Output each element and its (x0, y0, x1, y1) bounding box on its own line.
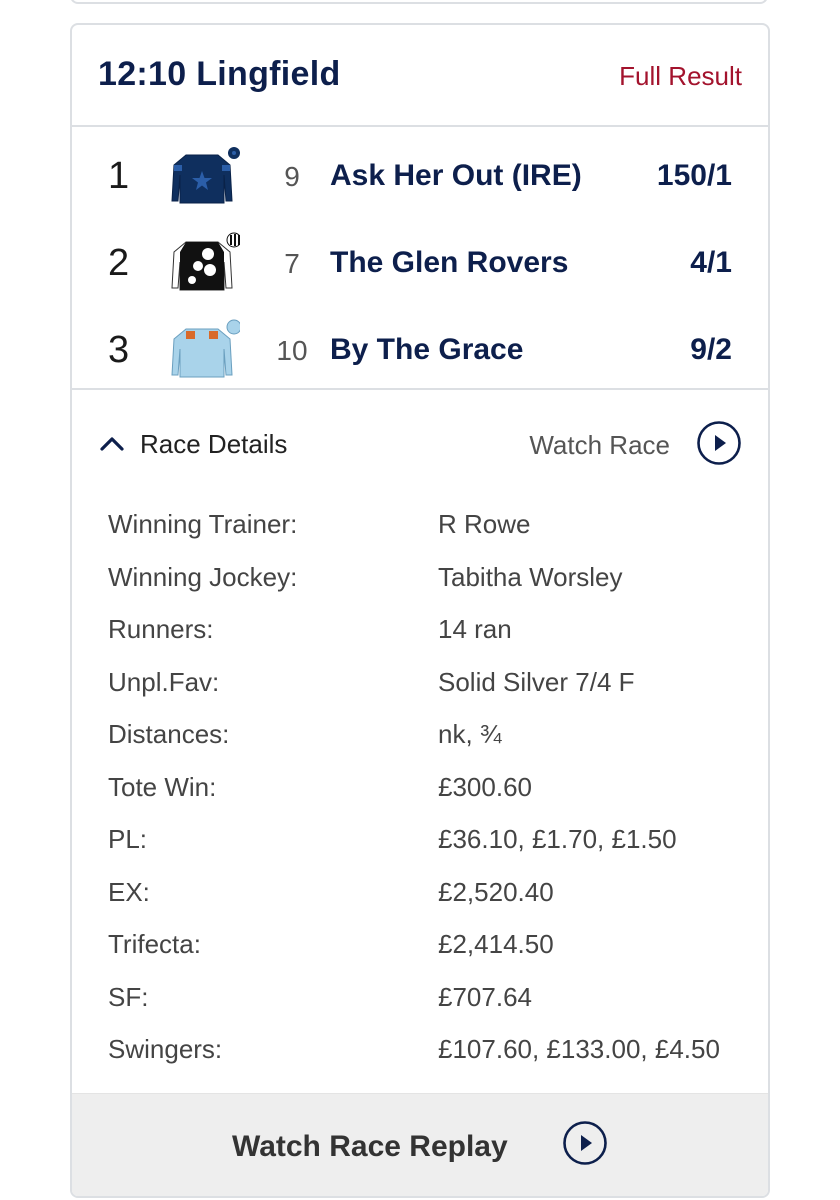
light-blue-orange-silk-icon (171, 319, 240, 378)
race-details-label: Race Details (140, 428, 288, 459)
detail-label: Unpl.Fav: (108, 667, 220, 697)
detail-value: Solid Silver 7/4 F (438, 667, 635, 697)
odds: 150/1 (656, 159, 732, 192)
detail-label: EX: (108, 877, 150, 907)
detail-value: nk, ¾ (438, 719, 502, 749)
detail-label: SF: (108, 982, 149, 1012)
detail-value: £2,414.50 (438, 929, 554, 959)
cloth-number: 7 (284, 248, 300, 279)
detail-row: Swingers: £107.60, £133.00, £4.50 (72, 1034, 768, 1074)
detail-row: Winning Trainer: R Rowe (72, 509, 768, 549)
odds: 9/2 (690, 333, 732, 366)
horse-name[interactable]: By The Grace (330, 333, 523, 367)
detail-value: £300.60 (438, 772, 532, 802)
watch-race-replay-label: Watch Race Replay (232, 1130, 508, 1163)
detail-label: Winning Jockey: (108, 562, 298, 592)
detail-value: R Rowe (438, 509, 531, 539)
detail-row: Trifecta: £2,414.50 (72, 929, 768, 969)
full-result-link[interactable]: Full Result (619, 61, 742, 92)
watch-race-replay-button[interactable]: Watch Race Replay (72, 1093, 768, 1196)
finish-position: 3 (108, 329, 130, 371)
detail-label: Tote Win: (108, 772, 217, 802)
detail-value: £707.64 (438, 982, 532, 1012)
detail-value: 14 ran (438, 614, 512, 644)
odds: 4/1 (690, 246, 732, 279)
watch-race-label[interactable]: Watch Race (529, 430, 670, 461)
detail-row: Tote Win: £300.60 (72, 772, 768, 812)
detail-label: Trifecta: (108, 929, 201, 959)
detail-row: SF: £707.64 (72, 982, 768, 1022)
runner-row[interactable]: 3 10 By The Grace 9/2 (72, 305, 768, 393)
race-title: 12:10 Lingfield (98, 55, 341, 93)
detail-value: Tabitha Worsley (438, 562, 623, 592)
runner-row[interactable]: 1 9 Ask Her Out (IRE) 150/1 (72, 131, 768, 219)
detail-value: £36.10, £1.70, £1.50 (438, 824, 677, 854)
detail-label: Swingers: (108, 1034, 223, 1064)
finish-position: 1 (108, 155, 130, 197)
detail-label: Winning Trainer: (108, 509, 298, 539)
detail-value: £2,520.40 (438, 877, 554, 907)
race-details-bar: Race Details Watch Race (72, 390, 768, 470)
detail-label: Runners: (108, 614, 214, 644)
previous-card-edge (70, 0, 768, 4)
detail-row: Winning Jockey: Tabitha Worsley (72, 562, 768, 602)
detail-row: PL: £36.10, £1.70, £1.50 (72, 824, 768, 864)
detail-row: Distances: nk, ¾ (72, 719, 768, 759)
cloth-number: 10 (276, 335, 308, 366)
dark-blue-star-silk-icon (171, 147, 240, 204)
runners-list: 1 9 Ask Her Out (IRE) 150/1 2 7 The Glen… (72, 127, 768, 390)
play-circle-icon (563, 1121, 607, 1165)
cloth-number: 9 (284, 161, 300, 192)
finish-position: 2 (108, 242, 130, 284)
horse-name[interactable]: The Glen Rovers (330, 246, 568, 280)
black-white-spots-silk-icon (171, 232, 240, 291)
race-result-card: 12:10 Lingfield Full Result 1 9 Ask Her … (70, 23, 770, 1198)
chevron-up-icon (100, 437, 124, 451)
runner-row[interactable]: 2 7 The Glen Rovers 4/1 (72, 218, 768, 306)
detail-label: Distances: (108, 719, 230, 749)
detail-value: £107.60, £133.00, £4.50 (438, 1034, 720, 1064)
detail-label: PL: (108, 824, 148, 854)
card-header: 12:10 Lingfield Full Result (72, 25, 768, 127)
detail-row: Unpl.Fav: Solid Silver 7/4 F (72, 667, 768, 707)
play-circle-icon[interactable] (696, 420, 742, 466)
horse-name[interactable]: Ask Her Out (IRE) (330, 159, 582, 193)
detail-row: EX: £2,520.40 (72, 877, 768, 917)
detail-row: Runners: 14 ran (72, 614, 768, 654)
race-details-toggle[interactable]: Race Details (98, 428, 287, 460)
